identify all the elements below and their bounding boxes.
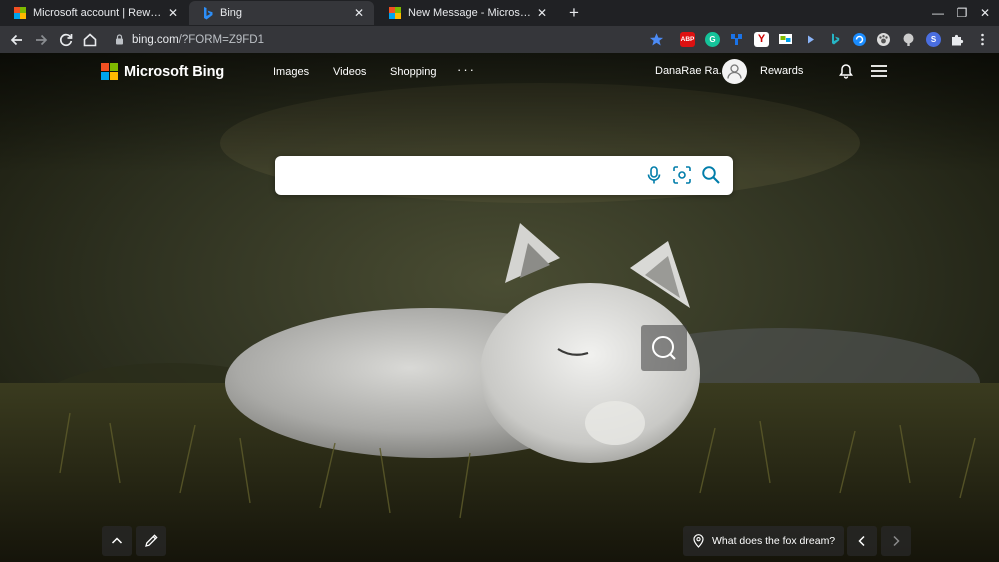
microphone-icon[interactable] [644,165,664,185]
minimize-button[interactable]: — [928,3,948,23]
tree-icon[interactable] [729,32,744,47]
user-name[interactable]: DanaRae Ra... [655,65,728,77]
tab-bing[interactable]: Bing ✕ [189,1,374,25]
reload-icon[interactable] [56,30,76,50]
microsoft-logo-icon [389,7,401,19]
close-window-button[interactable]: ✕ [975,3,995,23]
magnifier-icon [652,336,676,360]
kebab-menu-icon[interactable] [975,32,990,47]
bing-homepage: Microsoft Bing Images Videos Shopping ··… [0,53,999,562]
bookmark-star-icon[interactable] [649,32,664,47]
home-icon[interactable] [80,30,100,50]
lock-icon [116,34,123,45]
previous-image-button[interactable] [847,526,877,556]
close-icon[interactable]: ✕ [535,6,549,20]
tab-rewards-dashboard[interactable]: Microsoft account | Rewards Dashboard ✕ [0,1,188,25]
search-input[interactable] [287,165,637,187]
grammarly-icon[interactable]: G [705,32,720,47]
microsoft-bing-logo[interactable]: Microsoft Bing [101,63,224,80]
y-icon[interactable]: Y [754,32,769,47]
tab-strip: Microsoft account | Rewards Dashboard ✕ … [0,0,999,26]
search-icon[interactable] [701,165,721,185]
chevron-up-icon [111,537,123,544]
tab-title: Bing [220,7,243,19]
user-icon [727,64,742,79]
site-header: Microsoft Bing Images Videos Shopping ··… [0,53,999,93]
paw-icon[interactable] [876,32,891,47]
bing-icon[interactable] [828,32,843,47]
rewards-link[interactable]: Rewards [760,65,803,77]
play-icon[interactable] [803,32,818,47]
nav-images[interactable]: Images [273,66,309,78]
close-icon[interactable]: ✕ [352,6,366,20]
microsoft-logo-icon [14,7,26,19]
chevron-left-icon [858,535,865,547]
image-caption-button[interactable]: What does the fox dream? [683,526,844,556]
brand-name: Microsoft Bing [124,63,225,80]
url-path: /?FORM=Z9FD1 [178,33,264,46]
chevron-right-icon [893,535,900,547]
visual-search-icon[interactable] [672,165,692,185]
avatar[interactable] [722,59,747,84]
image-caption-text: What does the fox dream? [712,535,836,547]
microsoft-logo-icon [101,63,118,80]
address-bar[interactable]: bing.com /?FORM=Z9FD1 [107,29,667,50]
more-menu-button[interactable]: ··· [457,62,476,77]
forward-arrow-icon[interactable] [31,30,51,50]
nav-videos[interactable]: Videos [333,66,366,78]
close-icon[interactable]: ✕ [166,6,180,20]
location-pin-icon [693,534,704,548]
next-image-button[interactable] [881,526,911,556]
bell-icon[interactable] [838,63,854,79]
tab-new-message[interactable]: New Message - Microsoft Tech Community ✕ [375,1,557,25]
url-host: bing.com [132,33,179,46]
image-visual-search-button[interactable] [641,325,687,371]
expand-feed-button[interactable] [102,526,132,556]
tab-title: Microsoft account | Rewards Dashboard [33,7,166,19]
hamburger-menu-icon[interactable] [871,64,887,78]
background-image [0,53,999,562]
s-icon[interactable]: S [926,32,941,47]
tab-title: New Message - Microsoft Tech Community [408,7,535,19]
screenshot-icon[interactable] [778,32,793,47]
back-arrow-icon[interactable] [7,30,27,50]
bing-logo-icon [204,6,213,19]
pencil-icon [145,534,158,547]
circle-icon[interactable] [852,32,867,47]
search-box [275,156,733,195]
new-tab-button[interactable]: + [564,3,584,23]
abp-icon[interactable]: ABP [680,32,695,47]
puzzle-icon[interactable] [950,32,965,47]
nav-shopping[interactable]: Shopping [390,66,437,78]
customize-button[interactable] [136,526,166,556]
balloon-icon[interactable] [901,32,916,47]
restore-button[interactable]: ❐ [952,3,972,23]
browser-toolbar: bing.com /?FORM=Z9FD1 ABP G Y S [0,26,999,53]
